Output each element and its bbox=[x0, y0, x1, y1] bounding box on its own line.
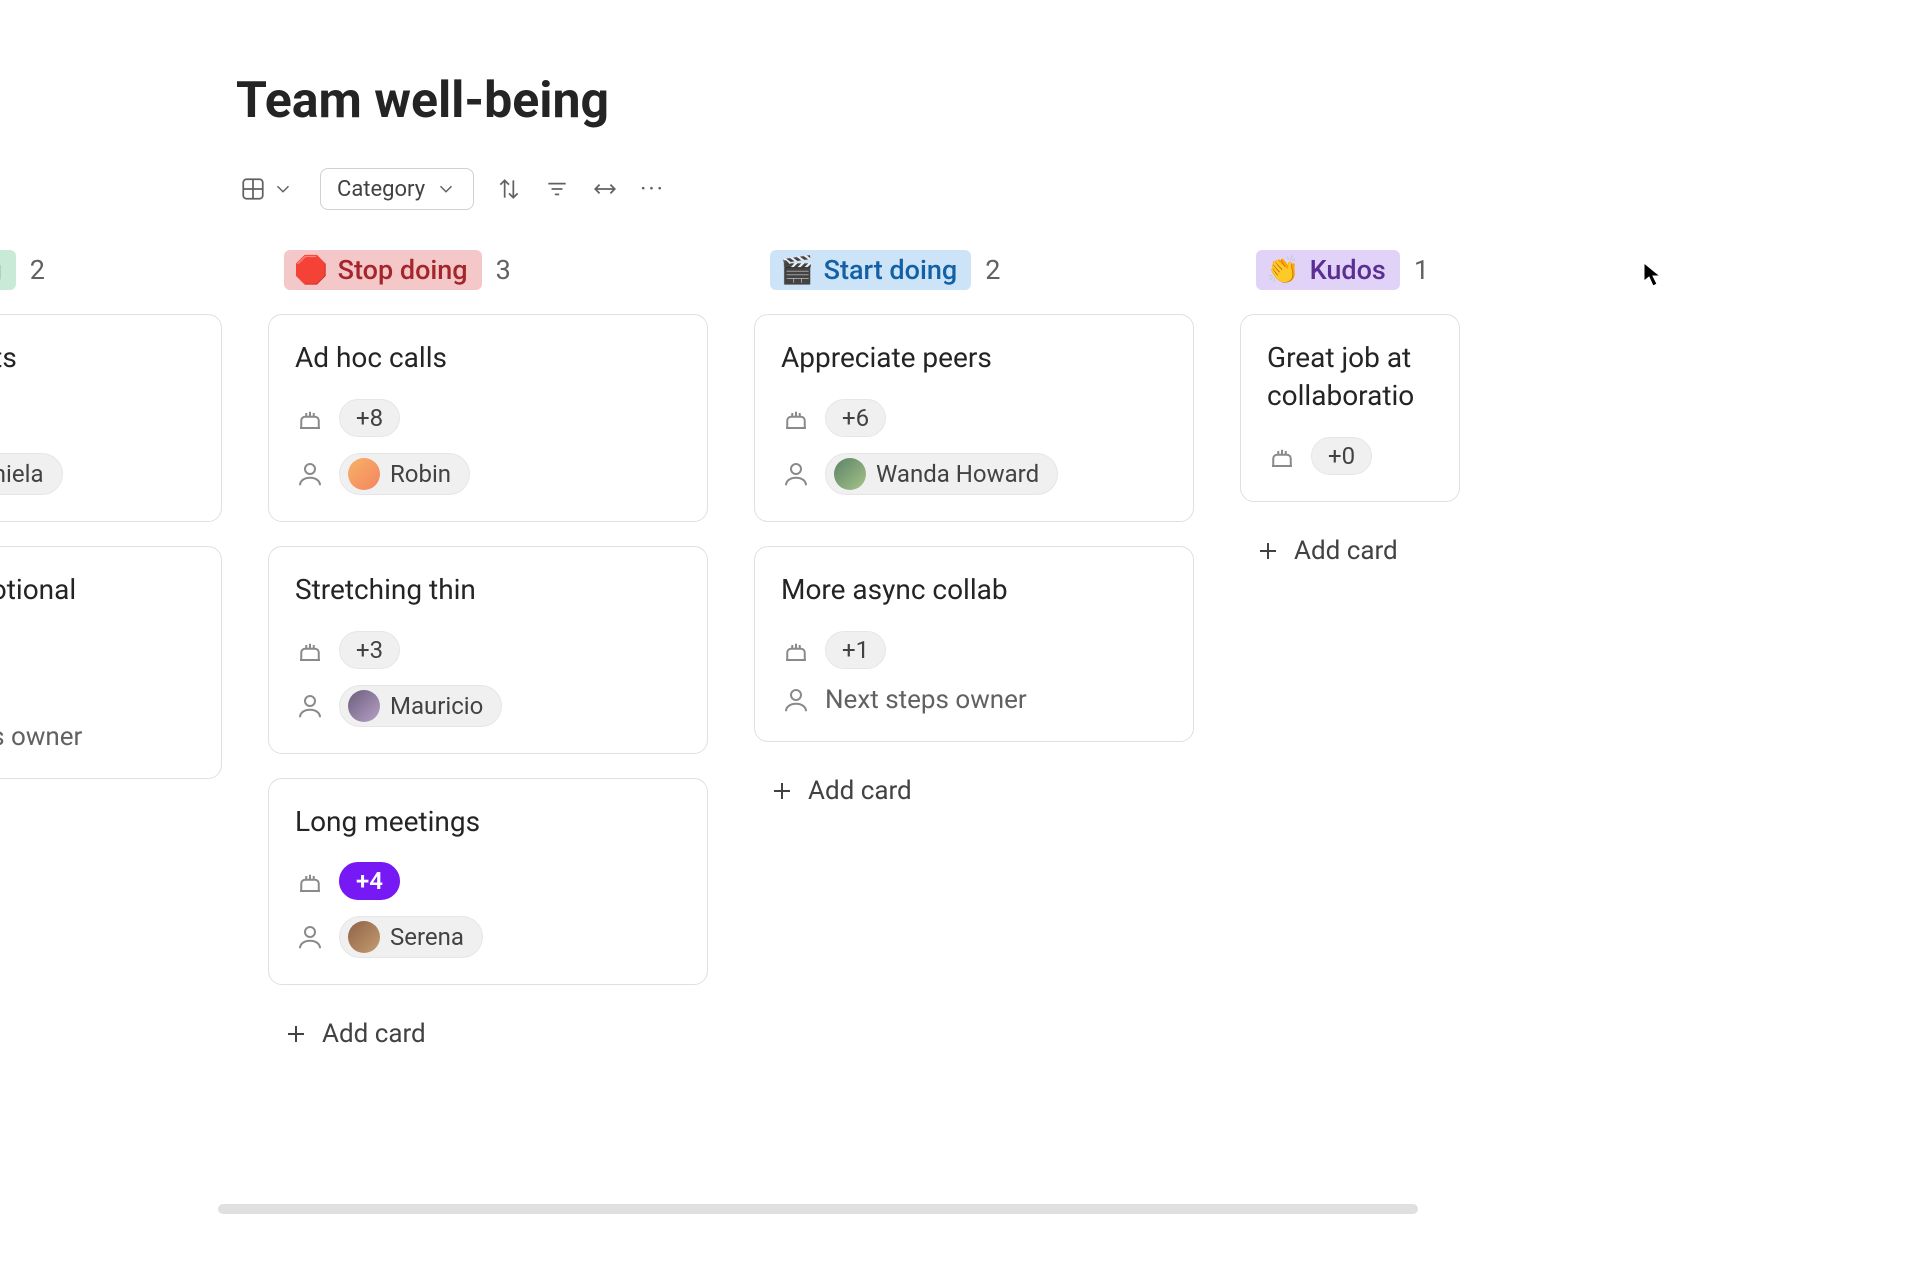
vote-count-pill[interactable]: +4 bbox=[339, 862, 400, 900]
add-card-button[interactable]: Add card bbox=[754, 766, 928, 816]
board-view-icon bbox=[240, 176, 266, 202]
vote-count-pill[interactable]: +8 bbox=[339, 399, 400, 437]
card-title: More async collab bbox=[781, 571, 1167, 609]
ellipsis-icon: ··· bbox=[640, 177, 665, 201]
card[interactable]: Great job at collaboratio +0 bbox=[1240, 314, 1460, 502]
assignee-pill[interactable]: Mauricio bbox=[339, 685, 502, 727]
assignee-name: Daniela bbox=[0, 460, 44, 488]
column-continue-doing: o doing 2 e events . Daniela bbox=[0, 250, 222, 853]
avatar bbox=[834, 458, 866, 490]
column-emoji-icon: 🎬 bbox=[780, 254, 814, 286]
plus-icon bbox=[770, 779, 794, 803]
avatar bbox=[348, 690, 380, 722]
column-label: 🎬 Start doing bbox=[770, 250, 971, 290]
card-title: Great job at collaboratio bbox=[1267, 339, 1433, 415]
column-label: 👏 Kudos bbox=[1256, 250, 1400, 290]
assignee-name: Mauricio bbox=[390, 692, 483, 720]
column-emoji-icon: 👏 bbox=[1266, 254, 1300, 286]
person-icon bbox=[295, 922, 325, 952]
column-start-doing: 🎬 Start doing 2 Appreciate peers +6 bbox=[754, 250, 1194, 816]
cake-icon bbox=[295, 635, 325, 665]
column-stop-doing: 🛑 Stop doing 3 Ad hoc calls +8 bbox=[268, 250, 708, 1059]
column-kudos: 👏 Kudos 1 Great job at collaboratio +0 A… bbox=[1240, 250, 1460, 576]
assignee-pill[interactable]: Serena bbox=[339, 916, 483, 958]
card[interactable]: Long meetings +4 Serena bbox=[268, 778, 708, 986]
board-viewport: o doing 2 e events . Daniela bbox=[0, 250, 1920, 1099]
vote-count-pill[interactable]: +3 bbox=[339, 631, 400, 669]
card-title: Long meetings bbox=[295, 803, 681, 841]
column-header[interactable]: 🎬 Start doing 2 bbox=[754, 250, 1194, 290]
view-switch-button[interactable] bbox=[236, 168, 298, 210]
card[interactable]: on emotional ing xt steps owner bbox=[0, 546, 222, 780]
avatar bbox=[348, 458, 380, 490]
column-header[interactable]: 👏 Kudos 1 bbox=[1240, 250, 1460, 290]
filter-button[interactable] bbox=[544, 168, 570, 210]
plus-icon bbox=[284, 1022, 308, 1046]
group-by-dropdown[interactable]: Category bbox=[320, 168, 474, 210]
column-emoji-icon: 🛑 bbox=[294, 254, 328, 286]
vote-count-pill[interactable]: +0 bbox=[1311, 437, 1372, 475]
card-title: e events bbox=[0, 339, 195, 377]
person-icon bbox=[781, 459, 811, 489]
assignee-name: Wanda Howard bbox=[876, 460, 1039, 488]
sort-button[interactable] bbox=[496, 168, 522, 210]
vote-count-pill[interactable]: +6 bbox=[825, 399, 886, 437]
more-options-button[interactable]: ··· bbox=[640, 168, 665, 210]
card-title: on emotional ing bbox=[0, 571, 195, 647]
cake-icon bbox=[1267, 441, 1297, 471]
card-title: Stretching thin bbox=[295, 571, 681, 609]
cake-icon bbox=[781, 635, 811, 665]
column-label: 🛑 Stop doing bbox=[284, 250, 482, 290]
assignee-placeholder: xt steps owner bbox=[0, 722, 82, 752]
card-title: Ad hoc calls bbox=[295, 339, 681, 377]
column-header[interactable]: 🛑 Stop doing 3 bbox=[268, 250, 708, 290]
plus-icon bbox=[1256, 539, 1280, 563]
assignee-pill[interactable]: Robin bbox=[339, 453, 470, 495]
cake-icon bbox=[295, 403, 325, 433]
autofit-button[interactable] bbox=[592, 168, 618, 210]
assignee-pill[interactable]: Daniela bbox=[0, 453, 63, 495]
column-count: 2 bbox=[985, 254, 1000, 286]
sort-arrows-icon bbox=[496, 176, 522, 202]
card[interactable]: Ad hoc calls +8 Robin bbox=[268, 314, 708, 522]
chevron-down-icon bbox=[272, 178, 294, 200]
assignee-pill[interactable]: Wanda Howard bbox=[825, 453, 1058, 495]
card[interactable]: More async collab +1 Next steps owner bbox=[754, 546, 1194, 742]
avatar bbox=[348, 921, 380, 953]
card[interactable]: Appreciate peers +6 Wanda Howard bbox=[754, 314, 1194, 522]
column-header[interactable]: o doing 2 bbox=[0, 250, 222, 290]
assignee-name: Serena bbox=[390, 923, 464, 951]
person-icon bbox=[295, 691, 325, 721]
column-label: o doing bbox=[0, 250, 16, 290]
cake-icon bbox=[295, 866, 325, 896]
add-card-button[interactable]: Add card bbox=[1240, 526, 1414, 576]
page-title: Team well-being bbox=[236, 72, 1920, 130]
vote-count-pill[interactable]: +1 bbox=[825, 631, 886, 669]
column-count: 1 bbox=[1414, 254, 1429, 286]
add-card-button[interactable]: d card bbox=[0, 803, 6, 853]
card[interactable]: e events . Daniela bbox=[0, 314, 222, 522]
person-icon bbox=[781, 685, 811, 715]
column-count: 3 bbox=[496, 254, 511, 286]
chevron-down-icon bbox=[435, 178, 457, 200]
horizontal-scrollbar[interactable] bbox=[218, 1204, 1418, 1214]
board: o doing 2 e events . Daniela bbox=[0, 250, 1920, 1059]
filter-lines-icon bbox=[544, 176, 570, 202]
add-card-button[interactable]: Add card bbox=[268, 1009, 442, 1059]
assignee-name: Robin bbox=[390, 460, 451, 488]
assignee-placeholder: Next steps owner bbox=[825, 685, 1027, 715]
card[interactable]: Stretching thin +3 Mauricio bbox=[268, 546, 708, 754]
person-icon bbox=[295, 459, 325, 489]
horizontal-arrows-icon bbox=[592, 176, 618, 202]
cake-icon bbox=[781, 403, 811, 433]
column-count: 2 bbox=[30, 254, 45, 286]
toolbar: Category ··· bbox=[236, 168, 1920, 210]
group-by-label: Category bbox=[337, 177, 425, 202]
card-title: Appreciate peers bbox=[781, 339, 1167, 377]
